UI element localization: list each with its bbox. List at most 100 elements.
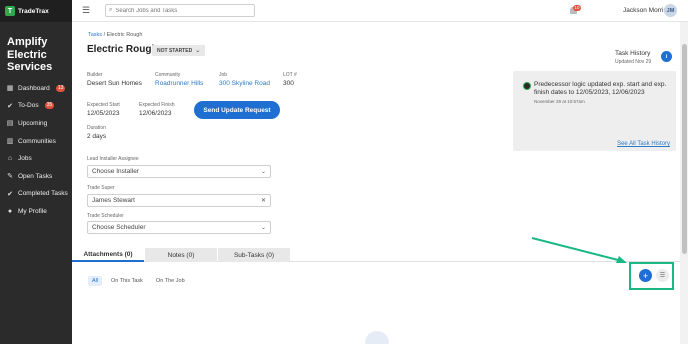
home-icon: ⌂	[7, 155, 13, 163]
expected-finish-field: Expected Finish 12/06/2023	[139, 102, 175, 118]
chevron-down-icon: ⌄	[260, 225, 266, 231]
tab-attachments[interactable]: Attachments (0)	[72, 248, 144, 262]
trade-scheduler-placeholder: Choose Scheduler	[92, 224, 146, 231]
plus-icon: +	[642, 270, 649, 281]
notification-count-badge: 10	[573, 5, 582, 11]
check-circle-icon: ✔	[7, 190, 13, 198]
task-history-info-icon[interactable]: i	[661, 51, 672, 62]
list-icon: ☰	[659, 273, 666, 279]
wrench-icon: ✎	[7, 173, 13, 181]
sidebar: T TradeTrax Amplify Electric Services ▦ …	[0, 0, 72, 344]
scrollbar[interactable]	[680, 22, 688, 344]
task-history-updated: Updated Nov 29	[615, 59, 652, 65]
sidebar-item-label: Dashboard	[18, 84, 50, 92]
add-attachment-button[interactable]: +	[639, 269, 652, 282]
brand-name: TradeTrax	[18, 7, 49, 15]
dashboard-count-badge: 13	[55, 84, 66, 92]
lead-installer-label: Lead Installer Assignee	[87, 156, 139, 162]
expected-start-label: Expected Start	[87, 102, 120, 108]
main-content: Tasks / Electric Rough Electric Rough NO…	[72, 22, 680, 344]
trade-super-label-wrap: Trade Super	[87, 185, 115, 192]
tradetrax-logo-icon: T	[5, 6, 15, 16]
scrollbar-thumb[interactable]	[681, 44, 687, 254]
sidebar-item-communities[interactable]: ▥ Communities	[0, 132, 72, 150]
send-update-request-button[interactable]: Send Update Request	[194, 101, 280, 119]
builder-field: Builder Desert Sun Homes	[87, 72, 142, 88]
trade-super-value: James Stewart	[92, 197, 135, 204]
duration-field: Duration 2 days	[87, 125, 106, 141]
hamburger-menu-icon[interactable]: ☰	[82, 5, 90, 16]
todos-count-badge: 35	[44, 102, 55, 110]
sidebar-item-todos[interactable]: ✔ To-Dos 35	[0, 97, 72, 115]
sidebar-item-jobs[interactable]: ⌂ Jobs	[0, 150, 72, 168]
sidebar-item-open-tasks[interactable]: ✎ Open Tasks	[0, 167, 72, 185]
trade-super-select[interactable]: James Stewart ✕	[87, 194, 271, 207]
tab-bar: Attachments (0) Notes (0) Sub-Tasks (0)	[72, 248, 680, 262]
history-entry-text: Predecessor logic updated exp. start and…	[534, 81, 667, 96]
company-name: Amplify Electric Services	[7, 36, 53, 73]
tab-notes[interactable]: Notes (0)	[145, 248, 217, 262]
sidebar-item-upcoming[interactable]: ▤ Upcoming	[0, 115, 72, 133]
lead-installer-select[interactable]: Choose Installer ⌄	[87, 165, 271, 178]
user-icon: ●	[7, 207, 13, 215]
lot-label: LOT #	[283, 72, 297, 78]
empty-state-attachment-icon	[365, 331, 389, 344]
history-entry-time: November 29 at 10:57am	[534, 99, 585, 104]
job-label: Job	[219, 72, 228, 78]
trade-scheduler-select[interactable]: Choose Scheduler ⌄	[87, 221, 271, 234]
grid-icon: ▦	[6, 85, 14, 93]
trade-scheduler-label-wrap: Trade Scheduler	[87, 213, 124, 220]
job-field: Job 300 Skyline Road	[219, 72, 270, 88]
sidebar-item-label: Completed Tasks	[18, 190, 68, 198]
duration-label: Duration	[87, 125, 106, 131]
filter-on-this-task[interactable]: On This Task	[107, 276, 147, 286]
job-link[interactable]: 300 Skyline Road	[219, 79, 270, 88]
community-label: Community	[155, 72, 181, 78]
filter-on-the-job[interactable]: On The Job	[152, 276, 189, 286]
breadcrumb: Tasks / Electric Rough	[88, 32, 142, 38]
clear-icon[interactable]: ✕	[261, 197, 266, 204]
sidebar-item-dashboard[interactable]: ▦ Dashboard 13	[0, 80, 72, 98]
community-field: Community Roadrunner Hills	[155, 72, 203, 88]
sidebar-item-label: Open Tasks	[18, 172, 53, 180]
status-label: NOT STARTED	[157, 47, 193, 54]
builder-value: Desert Sun Homes	[87, 80, 142, 87]
notifications-bell-icon[interactable]: 10	[569, 5, 582, 15]
see-all-task-history-link[interactable]: See All Task History	[617, 141, 670, 147]
lot-field: LOT # 300	[283, 72, 297, 88]
trade-scheduler-label: Trade Scheduler	[87, 213, 124, 219]
avatar[interactable]: JM	[664, 4, 677, 17]
top-bar: ☰ ⌕ 10 Jackson Morris JM	[72, 0, 688, 22]
search-input[interactable]	[115, 7, 246, 14]
list-view-button[interactable]: ☰	[656, 269, 669, 282]
community-link[interactable]: Roadrunner Hills	[155, 79, 203, 88]
sidebar-item-my-profile[interactable]: ● My Profile	[0, 203, 72, 221]
expected-finish-value: 12/06/2023	[139, 110, 172, 117]
page-title: Electric Rough	[87, 44, 158, 55]
history-entry-avatar-icon	[523, 82, 531, 90]
search-icon: ⌕	[109, 7, 113, 13]
user-name[interactable]: Jackson Morris	[623, 7, 667, 14]
sidebar-item-label: My Profile	[18, 207, 47, 215]
filter-all[interactable]: All	[88, 276, 103, 286]
brand-bar: T TradeTrax	[0, 0, 72, 22]
map-icon: ▥	[6, 138, 14, 146]
sidebar-item-label: Communities	[18, 137, 56, 145]
status-dropdown[interactable]: NOT STARTED ⌄	[152, 45, 206, 56]
duration-value: 2 days	[87, 133, 107, 140]
sidebar-item-label: Upcoming	[18, 119, 48, 127]
task-history-title: Task History	[615, 50, 651, 57]
lot-value: 300	[283, 80, 294, 87]
trade-super-label: Trade Super	[87, 185, 115, 191]
sidebar-item-label: To-Dos	[18, 102, 39, 110]
chevron-down-icon: ⌄	[195, 48, 201, 54]
breadcrumb-tasks-link[interactable]: Tasks	[88, 32, 102, 38]
sidebar-item-completed-tasks[interactable]: ✔ Completed Tasks	[0, 185, 72, 203]
expected-start-value: 12/05/2023	[87, 110, 120, 117]
breadcrumb-current: Electric Rough	[106, 32, 143, 38]
tab-sub-tasks[interactable]: Sub-Tasks (0)	[218, 248, 290, 262]
builder-label: Builder	[87, 72, 103, 78]
lead-installer-label-wrap: Lead Installer Assignee	[87, 156, 139, 163]
sidebar-item-label: Jobs	[18, 155, 32, 163]
calendar-icon: ▤	[6, 120, 14, 128]
